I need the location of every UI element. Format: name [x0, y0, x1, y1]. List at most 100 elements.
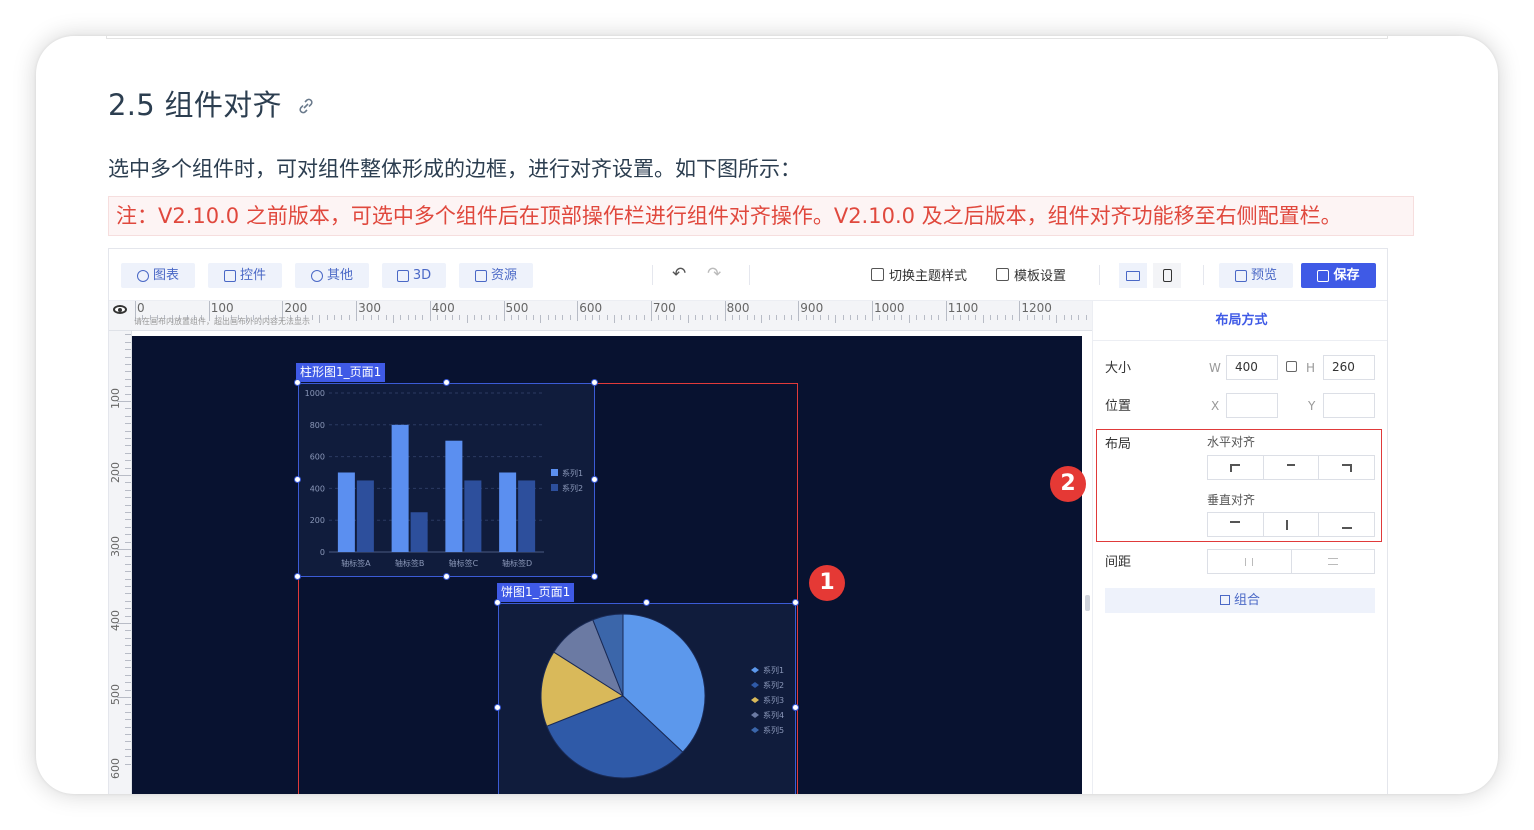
- ruler-major-tick: [1019, 301, 1021, 321]
- x-input[interactable]: [1226, 393, 1278, 418]
- doc-card: 2.5 组件对齐 选中多个组件时，可对组件整体形成的边框，进行对齐设置。如下图所…: [36, 36, 1498, 794]
- ruler-major-tick: [798, 301, 800, 321]
- ruler-major-tick: [945, 301, 947, 321]
- resize-handle[interactable]: [792, 599, 799, 606]
- ruler-minor-tick: [1034, 315, 1036, 320]
- align-left-button[interactable]: [1208, 456, 1264, 479]
- y-input[interactable]: [1323, 393, 1375, 418]
- resize-handle[interactable]: [294, 379, 301, 386]
- preview-button[interactable]: 预览: [1219, 263, 1293, 288]
- ruler-minor-tick: [125, 482, 131, 484]
- ruler-left-label: 200: [109, 462, 122, 483]
- ruler-minor-tick: [451, 315, 453, 320]
- ruler-minor-tick: [768, 315, 770, 320]
- ruler-minor-tick: [901, 315, 903, 320]
- resize-handle[interactable]: [294, 476, 301, 483]
- group-button[interactable]: 组合: [1105, 588, 1375, 613]
- ruler-minor-tick: [125, 571, 131, 573]
- template-icon: [996, 268, 1009, 281]
- resize-handle[interactable]: [442, 379, 450, 386]
- align-bottom-button[interactable]: [1319, 513, 1374, 536]
- undo-icon[interactable]: ↶: [672, 264, 686, 284]
- ruler-minor-tick: [894, 315, 896, 320]
- horizontal-spacing-button[interactable]: [1208, 550, 1292, 573]
- resize-handle[interactable]: [494, 704, 501, 711]
- width-input[interactable]: 400: [1226, 355, 1278, 380]
- bar-y-tick-label: 200: [310, 516, 325, 525]
- align-center-button[interactable]: [1264, 456, 1320, 479]
- resize-handle[interactable]: [591, 476, 598, 483]
- panel-title: 布局方式: [1093, 301, 1387, 341]
- ruler-minor-tick: [923, 315, 925, 320]
- align-top-button[interactable]: [1208, 513, 1264, 536]
- ruler-top-label: 700: [652, 301, 676, 315]
- ruler-major-tick: [429, 301, 431, 321]
- ruler-minor-tick: [444, 315, 446, 320]
- save-button[interactable]: 保存: [1301, 263, 1376, 288]
- eye-icon[interactable]: [113, 305, 127, 314]
- ruler-minor-tick: [117, 697, 131, 698]
- ruler-minor-tick: [117, 475, 131, 476]
- ruler-minor-tick: [125, 393, 131, 395]
- ruler-minor-tick: [385, 315, 387, 320]
- ruler-minor-tick: [125, 349, 131, 351]
- bar-chart: 0 200 400 600 800 1000 轴标签A 轴标签B 轴标签C 轴标签D 系列1 系列2: [305, 389, 583, 568]
- resize-handle[interactable]: [591, 379, 598, 386]
- ruler-minor-tick: [125, 452, 131, 454]
- tab-chart[interactable]: 图表: [121, 263, 195, 288]
- anchor-link-icon[interactable]: [296, 96, 316, 116]
- ruler-minor-tick: [1004, 315, 1006, 320]
- ruler-minor-tick: [702, 315, 704, 320]
- y-letter: Y: [1308, 399, 1316, 413]
- bar-legend-swatch: [551, 484, 558, 491]
- ruler-minor-tick: [584, 315, 586, 320]
- ruler-minor-tick: [967, 315, 969, 320]
- tab-resource-label: 资源: [490, 268, 517, 283]
- align-middle-button[interactable]: [1264, 513, 1320, 536]
- resize-handle[interactable]: [792, 704, 799, 711]
- tab-resource[interactable]: 资源: [459, 263, 533, 288]
- vertical-align-label: 垂直对齐: [1207, 493, 1256, 507]
- editor-screenshot: 图表 控件 其他 3D 资源 ↶ ↷ 切换主题样式 模板设置 预览 保存 0 1…: [108, 248, 1388, 794]
- ruler-minor-tick: [125, 660, 131, 661]
- ruler-minor-tick: [518, 315, 520, 320]
- bar-chart-component[interactable]: 0 200 400 600 800 1000 轴标签A 轴标签B 轴标签C 轴标签D 系列1 系列2: [298, 383, 595, 577]
- vertical-spacing-button[interactable]: [1292, 550, 1375, 573]
- switch-theme-button[interactable]: 切换主题样式: [871, 265, 967, 284]
- bar-y-tick-label: 400: [310, 484, 325, 493]
- ruler-minor-tick: [960, 315, 962, 320]
- ruler-minor-tick: [415, 315, 417, 320]
- mobile-view-button[interactable]: [1153, 263, 1181, 288]
- ruler-minor-tick: [422, 315, 424, 320]
- lock-ratio-icon[interactable]: [1286, 361, 1297, 372]
- callout-badge-2: 2: [1050, 466, 1086, 502]
- dashboard-canvas[interactable]: 柱形图1_页面1 0 200 400 600 800 1000 轴标签A 轴标签B 轴标签C 轴标…: [132, 336, 1082, 794]
- tab-3d[interactable]: 3D: [382, 263, 446, 288]
- pie-chart-component[interactable]: 系列1 系列2 系列3 系列4 系列5: [498, 603, 796, 794]
- resize-handle[interactable]: [442, 573, 450, 580]
- resize-handle[interactable]: [494, 599, 501, 606]
- redo-icon[interactable]: ↷: [707, 264, 721, 284]
- resize-handle[interactable]: [294, 573, 301, 580]
- pie-legend-swatch: [751, 682, 759, 688]
- pie-legend-label: 系列4: [763, 710, 784, 720]
- ruler-minor-tick: [125, 719, 131, 721]
- ruler-minor-tick: [835, 315, 837, 323]
- desktop-view-button[interactable]: [1119, 263, 1147, 288]
- tab-chart-label: 图表: [152, 268, 179, 283]
- tab-other[interactable]: 其他: [295, 263, 369, 288]
- ruler-minor-tick: [125, 734, 131, 735]
- template-settings-button[interactable]: 模板设置: [996, 265, 1066, 284]
- ruler-minor-tick: [1078, 315, 1080, 320]
- x-letter: X: [1211, 399, 1220, 413]
- ruler-minor-tick: [547, 315, 549, 320]
- tab-control[interactable]: 控件: [208, 263, 282, 288]
- resize-handle[interactable]: [643, 599, 650, 606]
- canvas-scroll-handle[interactable]: [1085, 595, 1090, 611]
- ruler-minor-tick: [805, 315, 807, 320]
- align-right-button[interactable]: [1319, 456, 1374, 479]
- height-input[interactable]: 260: [1323, 355, 1375, 380]
- ruler-minor-tick: [1012, 315, 1014, 320]
- resize-handle[interactable]: [591, 573, 598, 580]
- ruler-minor-tick: [761, 315, 763, 323]
